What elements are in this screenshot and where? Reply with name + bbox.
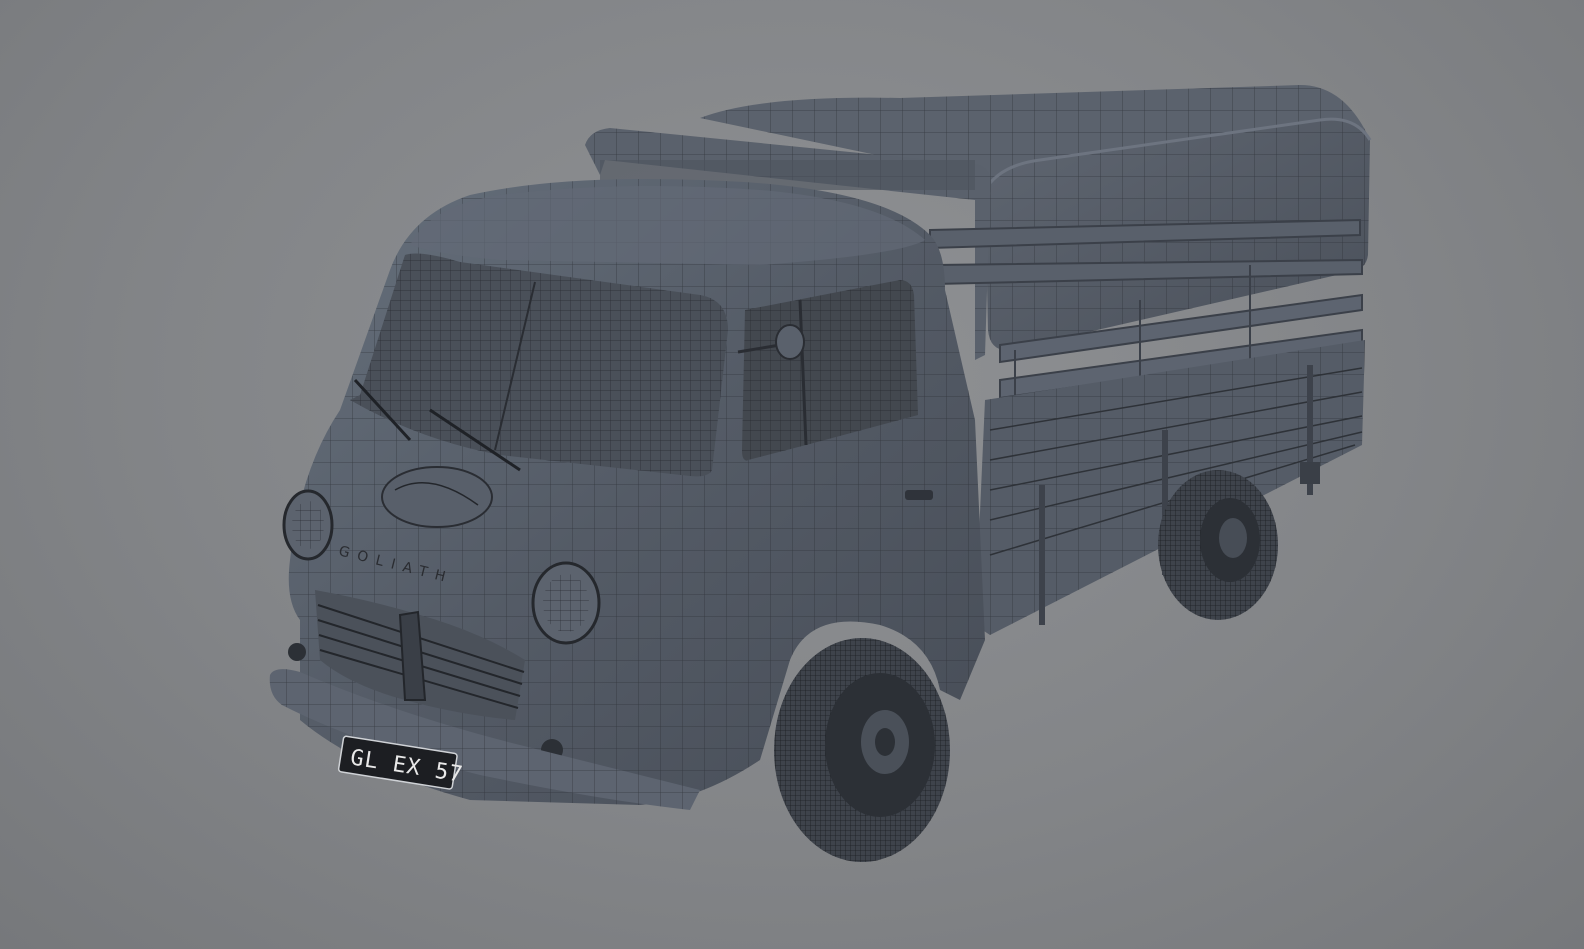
rear-wheel bbox=[1158, 470, 1278, 620]
headlight-left bbox=[282, 489, 334, 561]
fog-light-left bbox=[288, 643, 306, 661]
3d-viewport[interactable]: GOLIATH GL EX 57 bbox=[0, 0, 1584, 949]
door-handle bbox=[905, 490, 933, 500]
hood-emblem bbox=[381, 466, 493, 528]
front-wheel bbox=[774, 638, 950, 862]
truck-wireframe-render: GOLIATH GL EX 57 bbox=[269, 85, 1372, 862]
headlight-right bbox=[531, 561, 601, 645]
